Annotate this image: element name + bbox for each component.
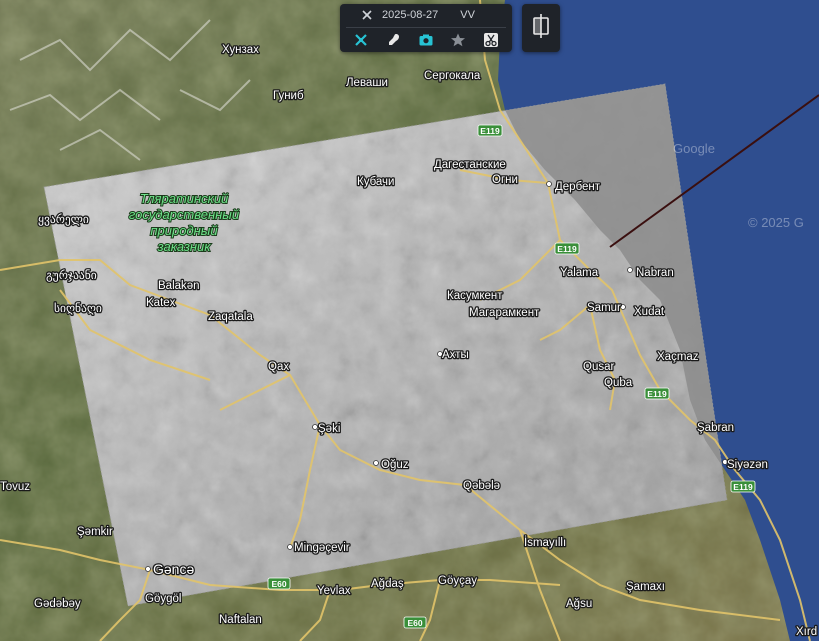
road-shield-e119-north: E119 bbox=[477, 124, 503, 137]
brush-icon[interactable] bbox=[383, 30, 405, 50]
label-mingecevir: Mingəçevir bbox=[294, 542, 350, 554]
label-yalama: Yalama bbox=[560, 267, 599, 279]
label-xudat: Xudat bbox=[634, 306, 665, 318]
label-dag-ogni-1: Дагестанские bbox=[434, 159, 506, 171]
label-goygol: Göygöl bbox=[145, 593, 181, 605]
label-xacmaz: Xaçmaz bbox=[657, 351, 699, 363]
road-shield-e60-south: E60 bbox=[403, 616, 427, 629]
label-samaxi: Şamaxı bbox=[626, 581, 665, 593]
imagery-toolbar: 2025-08-27 VV bbox=[340, 4, 512, 52]
toolbar-actions bbox=[340, 28, 512, 52]
label-quba: Quba bbox=[604, 377, 633, 389]
copyright-watermark: © 2025 G bbox=[748, 215, 804, 230]
label-goycay: Göyçay bbox=[438, 575, 477, 587]
label-siyazan: Siyəzən bbox=[727, 459, 768, 471]
camera-icon[interactable] bbox=[415, 30, 437, 50]
label-kubachi: Кубачи bbox=[357, 176, 394, 188]
label-qax: Qax bbox=[268, 361, 289, 373]
label-katex: Katex bbox=[146, 297, 176, 309]
label-derbent: Дербент bbox=[555, 181, 601, 193]
road-shield-e60-yevlax: E60 bbox=[267, 577, 291, 590]
label-sabran: Şabran bbox=[697, 422, 734, 434]
label-yevlax: Yevlax bbox=[317, 585, 351, 597]
svg-text:заказник: заказник bbox=[157, 239, 212, 254]
scissors-icon[interactable] bbox=[480, 30, 502, 50]
svg-text:E60: E60 bbox=[407, 618, 422, 628]
svg-text:государственный: государственный bbox=[129, 207, 239, 222]
svg-text:E119: E119 bbox=[480, 126, 500, 136]
split-compare-icon bbox=[531, 13, 551, 44]
svg-text:E119: E119 bbox=[647, 389, 667, 399]
label-akhty: Ахты bbox=[442, 349, 469, 361]
svg-text:E119: E119 bbox=[733, 482, 753, 492]
label-dag-ogni-2: Огни bbox=[492, 174, 518, 186]
label-hunzakh: Хунзах bbox=[222, 44, 259, 56]
polarization-label[interactable]: VV bbox=[460, 9, 475, 21]
crosshair-icon[interactable] bbox=[350, 30, 372, 50]
svg-text:природный: природный bbox=[150, 223, 217, 238]
satellite-map[interactable]: E119 E119 E119 E119 E60 E60 Google © 202… bbox=[0, 0, 819, 641]
label-kasumkent: Касумкент bbox=[447, 290, 503, 302]
label-georgia-3: სიღნაღი bbox=[54, 302, 102, 315]
label-agsu: Ağsu bbox=[566, 598, 592, 610]
road-shield-e119-quba: E119 bbox=[644, 387, 670, 400]
label-qusar: Qusar bbox=[583, 361, 614, 373]
label-levashi: Леваши bbox=[346, 77, 388, 89]
toolbar-header: 2025-08-27 VV bbox=[340, 4, 512, 26]
label-gadabay: Gədəbəy bbox=[34, 598, 81, 610]
label-georgia-1: ყვარელი bbox=[38, 213, 89, 226]
label-balaken: Balakən bbox=[158, 280, 200, 292]
collapse-icon[interactable] bbox=[360, 5, 374, 25]
label-seki: Şəki bbox=[318, 423, 340, 435]
label-sergokala: Сергокала bbox=[424, 70, 481, 82]
acquisition-date[interactable]: 2025-08-27 bbox=[382, 9, 438, 21]
split-compare-button[interactable] bbox=[522, 4, 560, 52]
label-xirdalan: Xırd bbox=[796, 626, 817, 638]
label-tovuz: Tovuz bbox=[0, 481, 30, 493]
label-nabran: Nabran bbox=[636, 267, 674, 279]
label-naftalan: Naftalan bbox=[219, 614, 262, 626]
label-samur: Samur bbox=[587, 302, 621, 314]
label-agdas: Ağdaş bbox=[371, 578, 404, 590]
label-ismayilli: İsmayıllı bbox=[524, 536, 566, 549]
label-oguz: Oğuz bbox=[381, 459, 409, 471]
label-ganca: Gəncə bbox=[153, 561, 194, 577]
road-shield-e119-siyazan: E119 bbox=[730, 480, 756, 493]
road-shield-e119-derbent: E119 bbox=[554, 242, 580, 255]
svg-text:E60: E60 bbox=[271, 579, 286, 589]
google-watermark: Google bbox=[673, 141, 715, 156]
label-magaramkent: Магарамкент bbox=[469, 307, 540, 319]
label-georgia-2: გურჯაანი bbox=[46, 269, 97, 282]
star-icon[interactable] bbox=[447, 30, 469, 50]
svg-text:E119: E119 bbox=[557, 244, 577, 254]
svg-text:Тляратинский: Тляратинский bbox=[140, 191, 229, 206]
label-samkir: Şəmkir bbox=[77, 526, 113, 538]
label-qabala: Qəbələ bbox=[463, 480, 500, 492]
label-gunib: Гуниб bbox=[273, 90, 304, 102]
label-zaqatala: Zaqatala bbox=[208, 311, 253, 323]
